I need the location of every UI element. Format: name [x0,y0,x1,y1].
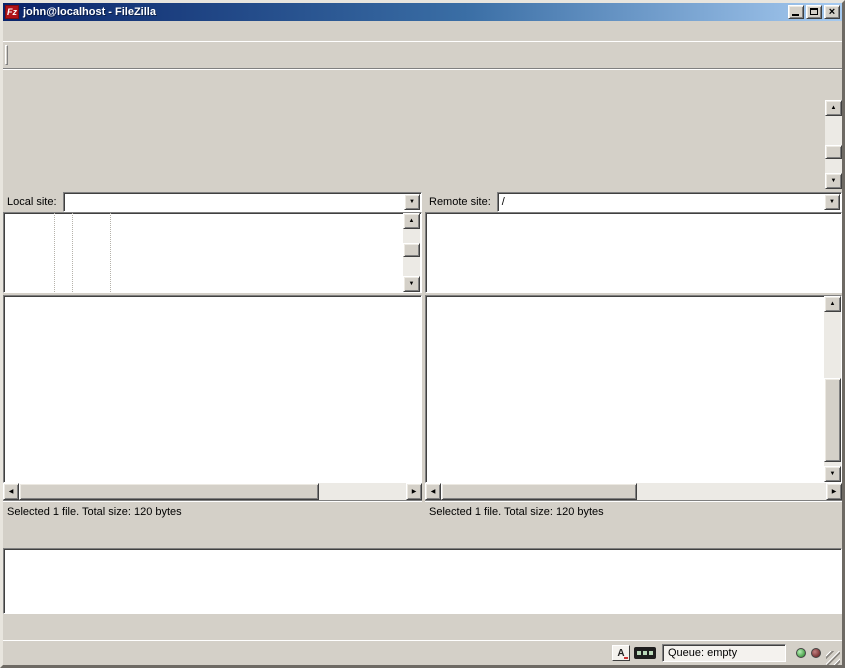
local-site-label: Local site: [3,196,63,208]
queue-tabs [3,614,842,638]
scroll-right-icon[interactable]: ▶ [406,483,422,500]
scroll-up-icon[interactable]: ▲ [825,100,842,116]
remote-path-value: / [502,196,505,208]
local-file-list [3,295,422,483]
filezilla-window: Fz john@localhost - FileZilla × ▲ ▼ Loca… [0,0,845,668]
maximize-button[interactable] [806,5,822,19]
scroll-down-icon[interactable]: ▼ [824,466,841,482]
scroll-left-icon[interactable]: ◀ [425,483,441,500]
minimize-button[interactable] [788,5,804,19]
remote-hscrollbar[interactable]: ◀ ▶ [425,483,842,500]
window-title: john@localhost - FileZilla [23,6,786,18]
menu-bar [3,21,842,41]
toolbar [3,41,842,68]
close-button[interactable]: × [824,5,840,19]
remote-site-label: Remote site: [425,196,497,208]
scroll-up-icon[interactable]: ▲ [403,213,420,229]
ascii-indicator-icon: A [612,645,630,661]
activity-led-green-icon [796,648,806,658]
scroll-right-icon[interactable]: ▶ [826,483,842,500]
local-tree-scrollbar[interactable]: ▲ ▼ [403,213,420,292]
scroll-up-icon[interactable]: ▲ [824,296,841,312]
activity-led-red-icon [811,648,821,658]
remote-path-dropdown-icon[interactable]: ▼ [824,194,840,210]
remote-list-scrollbar[interactable]: ▲ ▼ [824,296,841,482]
remote-status-text: Selected 1 file. Total size: 120 bytes [425,500,842,526]
local-site-row: Local site: ▼ [3,191,422,212]
remote-path-combo[interactable]: / ▼ [497,192,842,212]
log-scrollbar[interactable]: ▲ ▼ [825,100,842,189]
local-hscrollbar[interactable]: ◀ ▶ [3,483,422,500]
toolbar-grip[interactable] [5,45,8,65]
remote-tree [425,212,842,293]
local-path-dropdown-icon[interactable]: ▼ [404,194,420,210]
title-bar: Fz john@localhost - FileZilla × [3,3,842,21]
scroll-down-icon[interactable]: ▼ [825,173,842,189]
queue-body [3,548,842,614]
status-bar: A Queue: empty [3,640,842,665]
resize-grip[interactable] [826,651,840,665]
close-icon: × [825,5,839,19]
remote-file-list [425,295,842,483]
remote-site-row: Remote site: / ▼ [425,191,842,212]
scroll-left-icon[interactable]: ◀ [3,483,19,500]
app-logo-icon: Fz [5,5,19,19]
queue-status: Queue: empty [662,644,786,662]
speed-limit-indicator-icon [634,647,656,659]
local-status-text: Selected 1 file. Total size: 120 bytes [3,500,422,526]
maximize-icon [810,8,818,15]
local-tree [3,212,422,293]
quickconnect-bar [3,68,842,98]
queue-header [3,529,842,548]
scroll-down-icon[interactable]: ▼ [403,276,420,292]
minimize-icon [792,14,799,16]
local-path-combo[interactable]: ▼ [63,192,422,212]
message-log [3,98,842,191]
